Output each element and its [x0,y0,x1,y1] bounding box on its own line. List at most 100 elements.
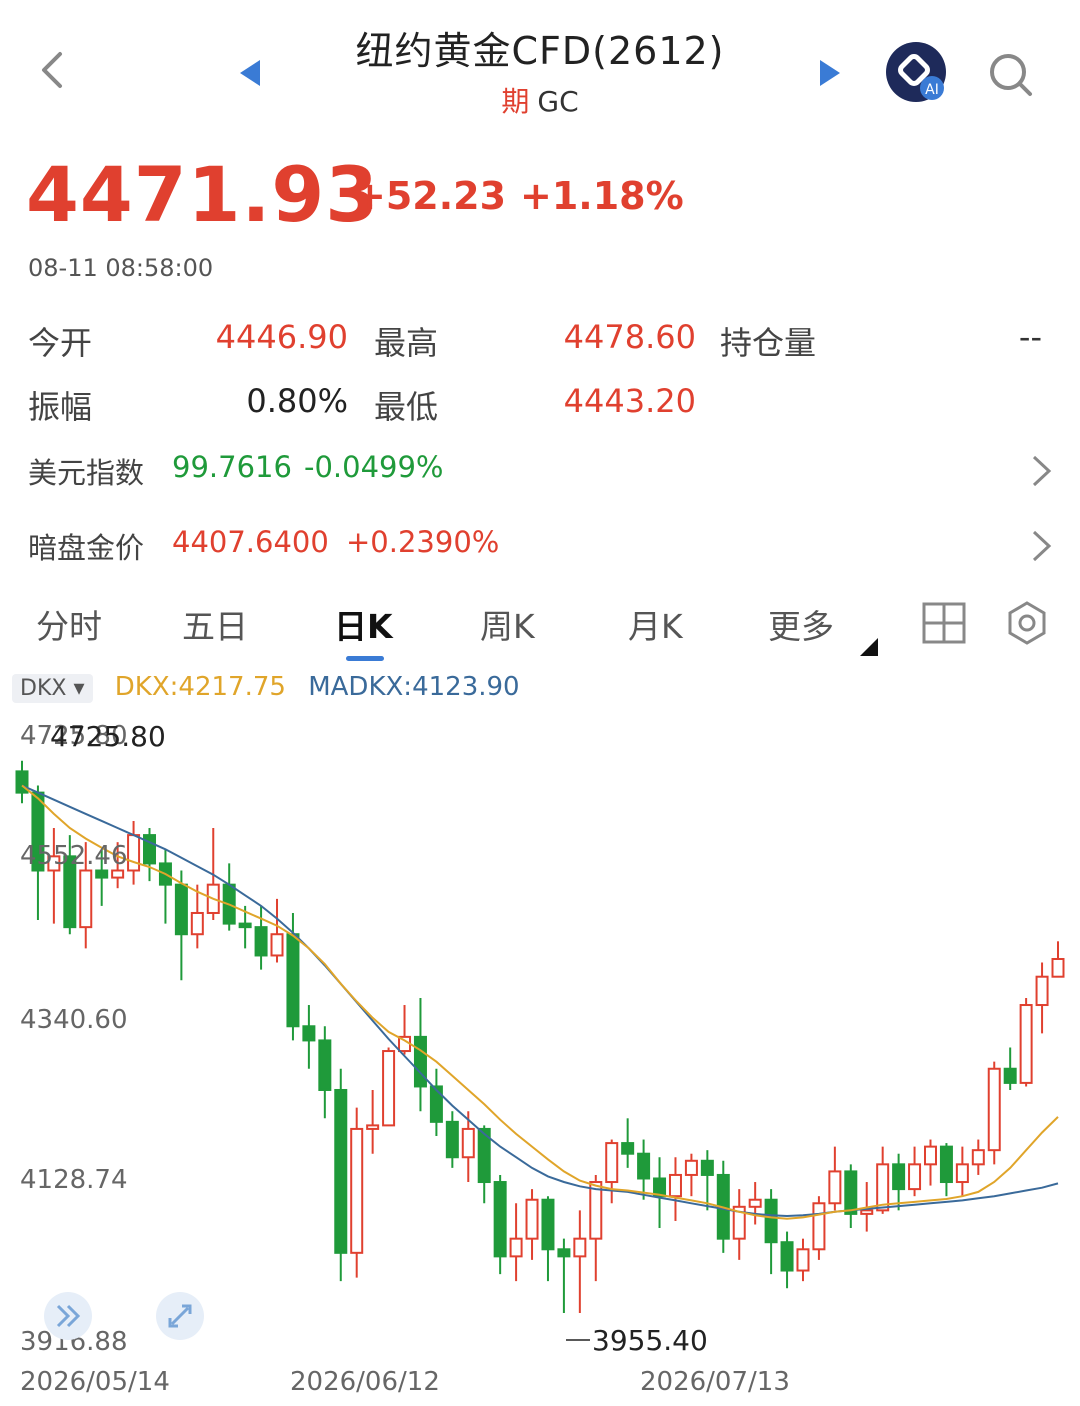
candle [971,1139,985,1175]
candle [780,1231,794,1289]
candle [174,870,188,981]
candle [796,1238,810,1282]
candle [270,898,284,963]
candle [366,1089,380,1154]
dark-gold-change: +0.2390% [346,525,500,559]
candle-body [557,1248,571,1258]
candle [350,1107,364,1278]
candle-body [445,1120,459,1159]
candle [254,905,268,970]
low-label: 最低 [374,388,439,426]
candle [892,1153,906,1211]
layout-grid-icon[interactable] [922,602,966,644]
candle [525,1189,539,1260]
candle-body [350,1127,364,1254]
candle [158,849,172,924]
amplitude-value: 0.80% [246,382,348,420]
candle-body [748,1198,762,1208]
candle [334,1068,348,1282]
candle-body [812,1202,826,1251]
candle-body [79,869,93,929]
candle [637,1139,651,1200]
ai-label: AI [925,82,939,98]
candle [493,1174,507,1275]
candle-body [1019,1004,1033,1084]
fullscreen-icon[interactable] [156,1292,204,1340]
candle-body [860,1209,874,1215]
dkx-value: DKX:4217.75 [114,672,286,702]
candle-body [382,1050,396,1127]
candle [764,1189,778,1275]
candle [557,1238,571,1314]
candle-body [95,869,109,879]
madkx-line [21,784,1059,1218]
candle [748,1182,762,1225]
tab-five-day[interactable]: 五日 [182,600,248,648]
candle [127,820,141,885]
candle [1051,941,1065,978]
candle-body [605,1142,619,1184]
candle-body [796,1248,810,1272]
candle-body [892,1163,906,1191]
open-interest-value: -- [1018,318,1042,356]
usd-index-label: 美元指数 [28,456,145,490]
candle [812,1196,826,1260]
tab-monthly-k[interactable]: 月K [628,600,683,648]
candle-body [270,933,284,957]
candle [222,863,236,931]
candle-body [1003,1067,1017,1084]
tab-weekly-k[interactable]: 周K [480,600,535,648]
kline-chart[interactable]: 4725.804552.464340.604128.743916.88 2026… [0,700,1080,1406]
candle-body [1051,958,1065,978]
candle [732,1189,746,1260]
high-value: 4478.60 [563,318,696,356]
candle-body [493,1181,507,1258]
candle-body [238,922,252,929]
candle [987,1061,1001,1165]
candle-body [844,1170,858,1215]
tab-intraday[interactable]: 分时 [36,600,102,648]
indicator-selector[interactable]: DKX ▾ [12,674,93,703]
madkx-value: MADKX:4123.90 [308,672,520,702]
high-label: 最高 [374,324,439,362]
candle [445,1111,459,1168]
min-price-label: 3955.40 [592,1324,708,1357]
candle-body [573,1237,587,1258]
candle [382,1047,396,1127]
ai-assistant-icon[interactable]: AI [884,40,948,104]
quote-time: 08-11 08:58:00 [28,254,214,282]
candle-body [764,1198,778,1244]
candle [653,1157,667,1229]
candle [1019,997,1033,1087]
search-icon[interactable] [986,50,1036,100]
low-value: 4443.20 [563,382,696,420]
expand-panel-icon[interactable] [44,1292,92,1340]
last-price: 4471.93 [26,150,380,239]
candle [509,1203,523,1282]
dark-gold-row[interactable]: 暗盘金价 4407.6400 +0.2390% [0,515,1080,575]
candle-body [780,1241,794,1272]
candle-body [429,1085,443,1123]
candle [828,1146,842,1211]
candle-body [143,834,157,865]
dark-gold-value: 4407.6400 [172,525,329,559]
x-tick-label: 2026/06/12 [290,1367,440,1397]
x-axis: 2026/05/14 2026/06/12 2026/07/13 [20,1367,790,1397]
candle-body [111,869,125,879]
chevron-right-icon [1032,530,1052,562]
amplitude-label: 振幅 [28,388,93,426]
tab-more[interactable]: 更多 [768,600,834,648]
usd-index-row[interactable]: 美元指数 99.7616 -0.0499% [0,440,1080,500]
tab-daily-k[interactable]: 日K [334,600,393,648]
usd-index-value: 99.7616 [172,450,292,484]
y-tick-label: 4552.46 [20,841,128,871]
indicator-bar: DKX ▾ DKX:4217.75 MADKX:4123.90 [12,672,520,703]
max-price-label: 4725.80 [50,720,166,753]
candle [621,1118,635,1168]
candles-group [15,760,1065,1314]
candle-body [971,1149,985,1166]
settings-gear-icon[interactable] [1004,600,1050,646]
candle [1035,962,1049,1034]
next-triangle-icon[interactable] [816,58,842,88]
candle [923,1139,937,1186]
